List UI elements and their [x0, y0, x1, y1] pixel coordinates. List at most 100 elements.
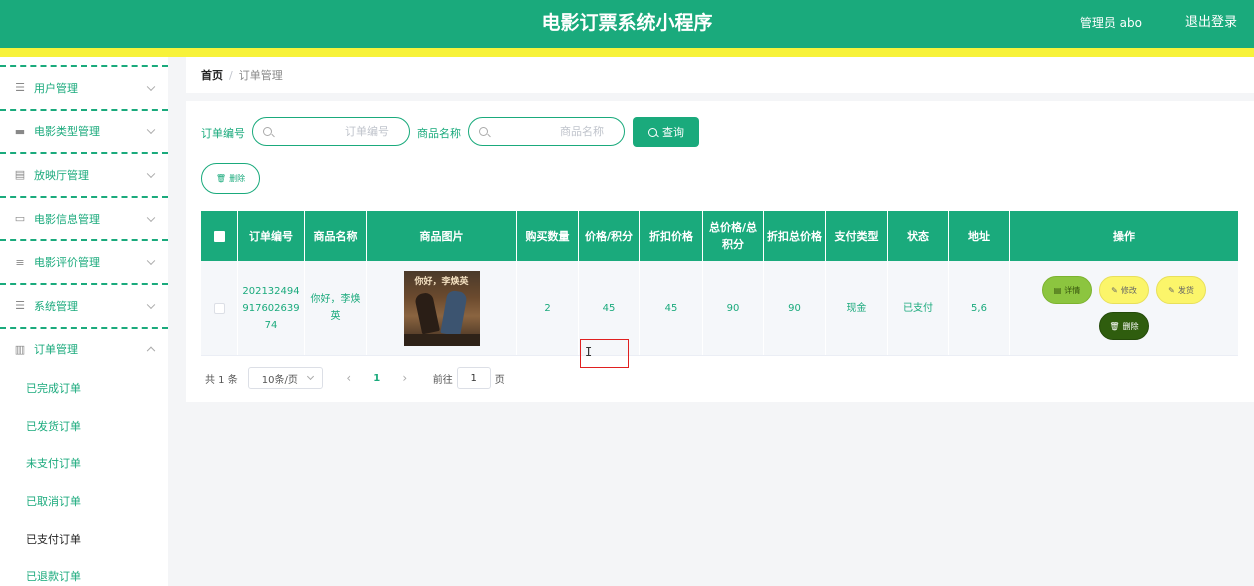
- row-delete-button[interactable]: 🗑 删除: [1099, 312, 1149, 340]
- col-address: 地址: [949, 211, 1010, 261]
- row-select-cell: [201, 261, 238, 355]
- logout-button[interactable]: 退出登录: [1185, 0, 1237, 48]
- chevron-up-icon: [146, 346, 156, 356]
- row-delete-button-label: 删除: [1122, 321, 1139, 331]
- submenu-paid-orders[interactable]: 已支付订单: [0, 521, 168, 559]
- discount-price-cell: 45: [640, 261, 703, 355]
- submenu-unpaid-orders[interactable]: 未支付订单: [0, 445, 168, 483]
- sidebar-item-order-management[interactable]: ▥ 订单管理: [0, 326, 168, 371]
- page-number-current[interactable]: 1: [363, 373, 391, 384]
- product-name-label: 商品名称: [417, 127, 461, 140]
- ship-button[interactable]: ✎ 发货: [1156, 276, 1206, 304]
- breadcrumb-home[interactable]: 首页: [201, 67, 223, 83]
- sidebar-item-label: 电影信息管理: [34, 212, 100, 226]
- discount-total-cell: 90: [764, 261, 826, 355]
- goto-page-input[interactable]: [456, 367, 491, 389]
- order-no-search-box[interactable]: [252, 117, 410, 146]
- header-accent-stripe: [0, 48, 1254, 57]
- sidebar-item-label: 电影评价管理: [34, 256, 100, 270]
- current-user: 管理员 abo: [1079, 16, 1142, 30]
- sidebar-item-label: 放映厅管理: [34, 168, 89, 182]
- sidebar-item-label: 电影类型管理: [34, 125, 100, 139]
- poster-figure: [413, 291, 440, 334]
- next-page-button[interactable]: ›: [391, 371, 419, 385]
- breadcrumb-separator: /: [229, 68, 233, 82]
- query-button-label: 查询: [662, 126, 684, 139]
- order-no-label: 订单编号: [201, 127, 245, 140]
- product-name-input[interactable]: [493, 118, 604, 145]
- col-price: 价格/积分: [579, 211, 640, 261]
- menu-icon: ☰: [15, 299, 25, 313]
- submenu-cancelled-orders[interactable]: 已取消订单: [0, 483, 168, 521]
- submenu-refunded-orders[interactable]: 已退款订单: [0, 558, 168, 586]
- page-size-value: 10条/页: [261, 374, 298, 386]
- address-cell: 5,6: [949, 261, 1010, 355]
- sidebar-item-user-management[interactable]: ☰ 用户管理: [0, 65, 168, 109]
- sidebar-item-label: 订单管理: [34, 343, 78, 357]
- col-order-no: 订单编号: [238, 211, 305, 261]
- search-icon: [263, 127, 272, 136]
- product-name-cell: 你好，李焕英: [305, 261, 367, 355]
- chevron-down-icon: [146, 82, 156, 91]
- quantity-cell: 2: [517, 261, 579, 355]
- app-title: 电影订票系统小程序: [541, 12, 713, 34]
- page-size-select[interactable]: 10条/页: [247, 367, 323, 389]
- query-button[interactable]: 查询: [633, 117, 699, 147]
- sidebar-item-label: 用户管理: [34, 81, 78, 95]
- status-cell: 已支付: [888, 261, 949, 355]
- movie-poster-image: 你好，李焕英: [403, 270, 480, 346]
- detail-button-label: 详情: [1064, 285, 1081, 295]
- sidebar: ☰ 用户管理 ▬ 电影类型管理 ▤ 放映厅管理 ▭ 电影信息管理 ≡ 电影评价管…: [0, 57, 168, 586]
- chevron-down-icon: [146, 125, 156, 135]
- col-discount-price: 折扣价格: [640, 211, 703, 261]
- col-total-price: 总价格/总积分: [703, 211, 764, 261]
- order-table: 订单编号 商品名称 商品图片 购买数量 价格/积分 折扣价格 总价格/总积分 折…: [201, 211, 1238, 356]
- document-icon: ▤: [14, 168, 26, 182]
- col-quantity: 购买数量: [517, 211, 579, 261]
- row-actions: ▤ 详情 ✎ 修改 ✎ 发货 🗑 删除: [1034, 276, 1214, 340]
- col-discount-total: 折扣总价格: [764, 211, 826, 261]
- col-product-image: 商品图片: [367, 211, 517, 261]
- sidebar-item-label: 系统管理: [34, 299, 78, 313]
- edit-button[interactable]: ✎ 修改: [1099, 276, 1149, 304]
- pay-type-cell: 现金: [826, 261, 888, 355]
- pencil-icon: ✎: [1111, 285, 1118, 295]
- monitor-icon: ▭: [14, 212, 26, 226]
- table-header-row: 订单编号 商品名称 商品图片 购买数量 价格/积分 折扣价格 总价格/总积分 折…: [201, 211, 1238, 261]
- submenu-completed-orders[interactable]: 已完成订单: [0, 370, 168, 408]
- col-pay-type: 支付类型: [826, 211, 888, 261]
- chevron-down-icon: [146, 256, 156, 266]
- chevron-down-icon: [306, 372, 314, 381]
- sidebar-item-hall-management[interactable]: ▤ 放映厅管理: [0, 152, 168, 196]
- page-suffix: 页: [494, 374, 505, 386]
- goto-label: 前往: [432, 374, 453, 386]
- trash-icon: 🗑: [215, 174, 227, 183]
- trash-icon: 🗑: [1109, 321, 1120, 331]
- ship-button-label: 发货: [1177, 285, 1194, 295]
- sidebar-item-movie-type-management[interactable]: ▬ 电影类型管理: [0, 108, 168, 153]
- text-cursor-icon: I: [585, 345, 593, 359]
- batch-delete-button[interactable]: 🗑 删除: [201, 163, 260, 194]
- select-all-checkbox[interactable]: [213, 230, 225, 242]
- col-status: 状态: [888, 211, 949, 261]
- list-icon: ☰: [15, 81, 25, 95]
- sidebar-item-movie-info-management[interactable]: ▭ 电影信息管理: [0, 195, 168, 240]
- poster-title: 你好，李焕英: [414, 276, 469, 287]
- chevron-down-icon: [146, 213, 156, 222]
- prev-page-button[interactable]: ‹: [335, 371, 363, 385]
- document-icon: ▤: [1053, 285, 1062, 295]
- sidebar-item-movie-review-management[interactable]: ≡ 电影评价管理: [0, 239, 168, 283]
- pencil-icon: ✎: [1168, 285, 1175, 295]
- poster-ground: [403, 333, 480, 346]
- product-name-search-box[interactable]: [468, 117, 625, 146]
- row-checkbox[interactable]: [213, 302, 225, 314]
- submenu-shipped-orders[interactable]: 已发货订单: [0, 408, 168, 446]
- detail-button[interactable]: ▤ 详情: [1042, 276, 1092, 304]
- table-row: 20213249491760263974 你好，李焕英 你好，李焕英 2 45 …: [201, 261, 1238, 356]
- breadcrumb: 首页 / 订单管理: [186, 57, 1254, 93]
- breadcrumb-current: 订单管理: [238, 69, 283, 82]
- sidebar-item-system-management[interactable]: ☰ 系统管理: [0, 282, 168, 327]
- order-no-input[interactable]: [277, 118, 389, 145]
- search-icon: [648, 127, 657, 137]
- col-product-name: 商品名称: [305, 211, 367, 261]
